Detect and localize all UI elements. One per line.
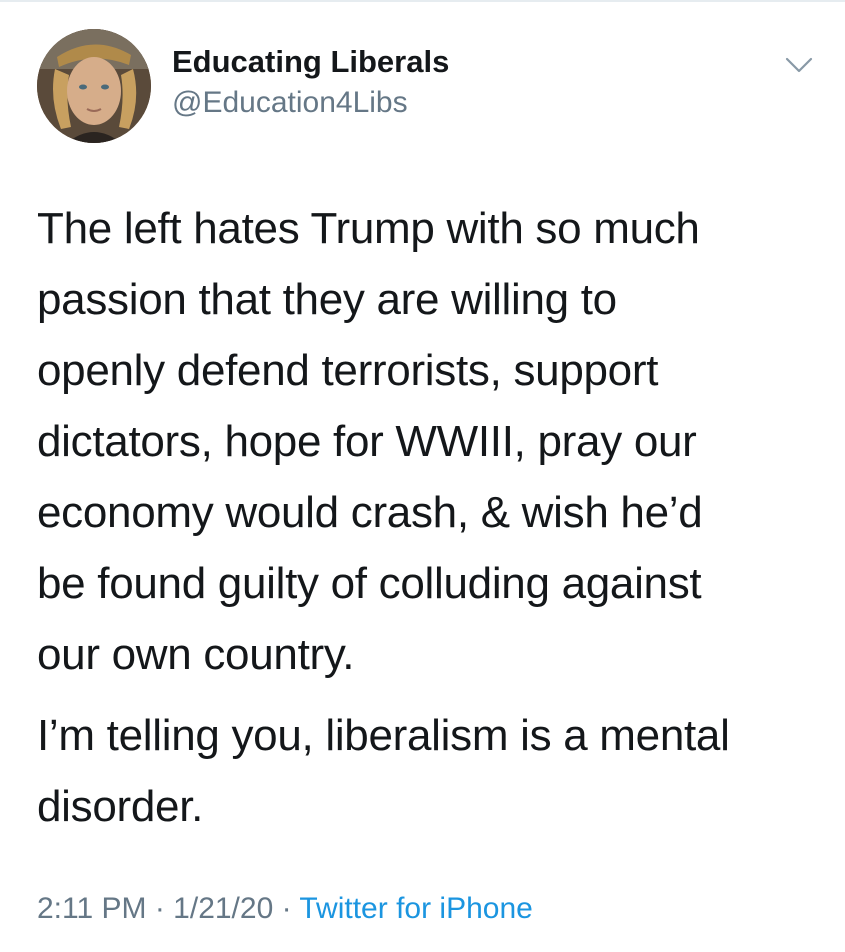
chevron-down-icon[interactable] (784, 53, 814, 77)
tweet-paragraph: The left hates Trump with so much passio… (37, 204, 703, 679)
tweet-metadata: 2:11 PM · 1/21/20 · Twitter for iPhone (37, 892, 533, 926)
meta-separator: · (146, 892, 174, 925)
top-divider (0, 0, 845, 2)
meta-separator: · (273, 892, 300, 925)
avatar-photo (37, 29, 151, 143)
tweet-paragraph: I’m telling you, liberalism is a mental … (37, 711, 730, 831)
display-name[interactable]: Educating Liberals (172, 44, 449, 80)
tweet-text: The left hates Trump with so much passio… (37, 193, 827, 842)
tweet-source-link[interactable]: Twitter for iPhone (299, 892, 532, 925)
tweet-time: 2:11 PM (37, 892, 147, 925)
user-handle[interactable]: @Education4Libs (172, 86, 408, 120)
avatar[interactable] (37, 29, 151, 143)
tweet-date: 1/21/20 (173, 892, 274, 925)
